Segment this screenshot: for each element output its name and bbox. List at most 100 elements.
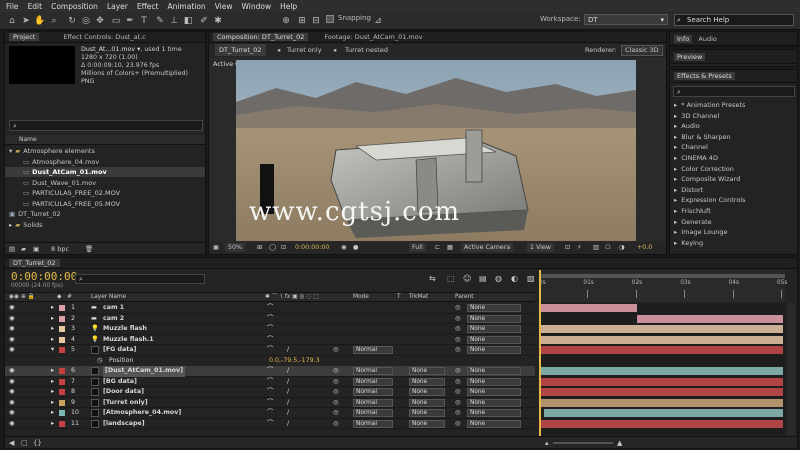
eye-icon[interactable]: ◉ <box>9 335 15 346</box>
layer-duration-bar[interactable] <box>543 409 783 417</box>
layer-duration-bar[interactable] <box>539 335 783 344</box>
menu-edit[interactable]: Edit <box>28 2 43 11</box>
search-help-input[interactable]: ⌕ Search Help <box>674 14 794 26</box>
label-color-swatch[interactable] <box>59 326 65 332</box>
layer-row[interactable]: ◉ ▸ 1 ▬ cam 1 ⌒ ◎ None <box>5 303 535 314</box>
mode-dropdown[interactable]: Normal <box>353 398 393 407</box>
column-name[interactable]: Name <box>19 136 37 143</box>
label-color-swatch[interactable] <box>59 315 65 322</box>
3d-layer-icon[interactable]: ◎ <box>333 366 339 377</box>
tab-timeline-comp[interactable]: DT_Turret_02 <box>9 259 60 267</box>
layer-row[interactable]: ◉ ▸ 3 💡 Muzzle flash ⌒ ◎ None <box>5 324 535 335</box>
expand-icon[interactable]: ▸ <box>51 335 54 346</box>
layer-duration-bar[interactable] <box>539 419 783 428</box>
snapshot-icon[interactable]: ◉ <box>341 242 347 254</box>
selection-tool-icon[interactable]: ➤ <box>20 15 32 27</box>
brush-tool-icon[interactable]: ✎ <box>154 15 166 27</box>
shy-switch-icon[interactable]: ⌒ <box>267 324 273 335</box>
trkmat-dropdown[interactable]: None <box>409 409 445 417</box>
transparency-grid-icon[interactable]: ▦ <box>447 242 453 254</box>
timeline-search-input[interactable]: ⌕ <box>75 274 205 284</box>
layer-name[interactable]: [FG data] <box>103 345 136 356</box>
preview-toggle-icon[interactable]: ▣ <box>213 242 219 254</box>
pickwhip-icon[interactable]: ◎ <box>455 366 461 377</box>
parent-dropdown[interactable]: None <box>467 314 521 323</box>
pickwhip-icon[interactable]: ◎ <box>455 345 461 356</box>
rotate-tool-icon[interactable]: ↻ <box>66 15 78 27</box>
parent-dropdown[interactable]: None <box>467 409 521 417</box>
eye-icon[interactable]: ◉ <box>9 408 15 419</box>
shy-switch-icon[interactable]: ⌒ <box>267 314 273 325</box>
effect-category[interactable]: ▸ Generate <box>670 217 797 227</box>
eye-icon[interactable]: ◉ <box>9 345 15 356</box>
effect-category[interactable]: ▸ 3D Channel <box>670 111 797 121</box>
snap-icon[interactable]: ⊿ <box>372 15 384 27</box>
trkmat-dropdown[interactable]: None <box>409 377 445 386</box>
col-parent[interactable]: Parent <box>455 293 474 302</box>
new-comp-icon[interactable]: ▣ <box>33 243 39 255</box>
parent-dropdown[interactable]: None <box>467 388 521 396</box>
workspace-dropdown[interactable]: DT ▾ <box>584 14 668 25</box>
label-color-swatch[interactable] <box>59 347 65 353</box>
quality-switch-icon[interactable]: / <box>287 366 289 377</box>
menu-animation[interactable]: Animation <box>167 2 205 11</box>
layer-row[interactable]: ◉ ▸ 7 [BG data] ⌒ / ◎ Normal None ◎ None <box>5 377 535 388</box>
quality-switch-icon[interactable]: / <box>287 408 289 419</box>
col-layer-name[interactable]: Layer Name <box>91 293 126 302</box>
zoom-in-icon[interactable]: ▲ <box>617 437 622 449</box>
tab-effect-controls[interactable]: Effect Controls: Dust_at.c <box>63 33 145 41</box>
menu-view[interactable]: View <box>215 2 233 11</box>
effect-category[interactable]: ▸ Channel <box>670 142 797 152</box>
comp-timecode[interactable]: 0:00:00:00 <box>295 242 329 254</box>
draft-3d-icon[interactable]: ⬚ <box>447 274 455 283</box>
menu-help[interactable]: Help <box>280 2 297 11</box>
pickwhip-icon[interactable]: ◎ <box>455 387 461 398</box>
layer-duration-bar[interactable] <box>539 304 637 312</box>
menu-composition[interactable]: Composition <box>51 2 98 11</box>
effect-category[interactable]: ▸ Expression Controls <box>670 195 797 205</box>
project-item[interactable]: ▭ Atmosphere_04.mov <box>5 157 205 167</box>
pickwhip-icon[interactable]: ◎ <box>455 335 461 346</box>
chevron-down-icon[interactable]: ▾ <box>9 147 12 155</box>
pickwhip-icon[interactable]: ◎ <box>455 324 461 335</box>
label-color-swatch[interactable] <box>59 399 65 406</box>
tab-composition[interactable]: Composition: DT_Turret_02 <box>213 33 309 41</box>
exposure-icon[interactable]: ◑ <box>619 242 625 254</box>
renderer-dropdown[interactable]: Classic 3D <box>621 45 663 56</box>
trkmat-dropdown[interactable]: None <box>409 367 445 375</box>
color-channel-icon[interactable]: ● <box>353 242 359 254</box>
layer-name[interactable]: [Turret only] <box>103 398 148 409</box>
layer-row[interactable]: ◉ ▸ 6 [Dust_AtCam_01.mov] ⌒ / ◎ Normal None ◎ None <box>5 366 535 377</box>
hand-tool-icon[interactable]: ✋ <box>34 15 46 27</box>
layer-name[interactable]: [BG data] <box>103 377 137 388</box>
clone-tool-icon[interactable]: ⊥ <box>168 15 180 27</box>
label-color-swatch[interactable] <box>59 410 65 416</box>
expand-icon[interactable]: ▸ <box>51 387 54 398</box>
parent-dropdown[interactable]: None <box>467 419 521 428</box>
layer-row[interactable]: ◉ ▸ 10 [Atmosphere_04.mov] ⌒ / ◎ Normal None ◎ Non… <box>5 408 535 419</box>
shy-switch-icon[interactable]: ⌒ <box>267 419 273 430</box>
layer-row[interactable]: ◉ ▸ 9 [Turret only] ⌒ / ◎ Normal None ◎ None <box>5 398 535 409</box>
timeline-timecode[interactable]: 0:00:00:00 <box>11 270 77 283</box>
shy-switch-icon[interactable]: ⌒ <box>267 303 273 314</box>
effect-category[interactable]: ▸ * Animation Presets <box>670 100 797 110</box>
zoom-tool-icon[interactable]: ⌕ <box>48 15 60 27</box>
quality-switch-icon[interactable]: / <box>287 387 289 398</box>
effect-category[interactable]: ▸ Blur & Sharpen <box>670 132 797 142</box>
views-dropdown[interactable]: 1 View <box>527 243 554 252</box>
pickwhip-icon[interactable]: ◎ <box>455 419 461 430</box>
timeline-icon[interactable]: ▥ <box>593 242 599 254</box>
eye-icon[interactable]: ◉ <box>9 324 15 335</box>
position-value[interactable]: 0.0,-79.5,-179.3 <box>269 356 320 367</box>
3d-layer-icon[interactable]: ◎ <box>333 345 339 356</box>
timeline-scrollbar[interactable] <box>787 303 795 435</box>
quality-switch-icon[interactable]: / <box>287 398 289 409</box>
mask-icon[interactable]: ◯ <box>269 242 276 254</box>
effect-category[interactable]: ▸ Composite Wizard <box>670 174 797 184</box>
home-icon[interactable]: ⌂ <box>6 15 18 27</box>
effect-category[interactable]: ▸ Color Correction <box>670 164 797 174</box>
position-property-row[interactable]: ◷ Position 0.0,-79.5,-179.3 <box>5 356 535 367</box>
3d-layer-icon[interactable]: ◎ <box>333 387 339 398</box>
col-t[interactable]: T <box>397 293 401 302</box>
roi-icon[interactable]: ⊏ <box>435 242 440 254</box>
